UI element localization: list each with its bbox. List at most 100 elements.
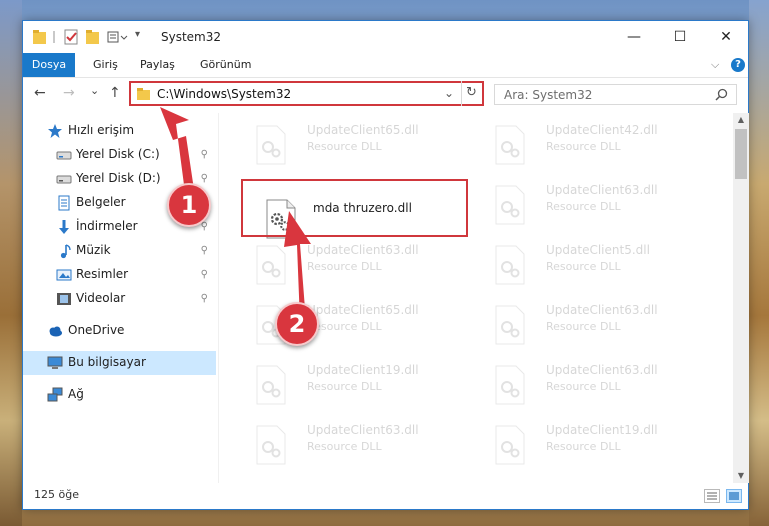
pin-icon[interactable]: ⚲ xyxy=(201,149,208,160)
file-item[interactable]: UpdateClient63.dll Resource DLL xyxy=(241,239,471,291)
dll-file-icon xyxy=(494,245,526,285)
sidebar-item-onedrive[interactable]: OneDrive xyxy=(23,319,216,343)
dll-file-icon xyxy=(255,365,287,405)
file-type: Resource DLL xyxy=(546,440,621,453)
pin-icon[interactable]: ⚲ xyxy=(201,173,208,184)
sidebar-item-music[interactable]: Müzik ⚲ xyxy=(23,239,216,263)
sidebar-item-pictures[interactable]: Resimler ⚲ xyxy=(23,263,216,287)
navigation-pane: Hızlı erişim Yerel Disk (C:) ⚲ Yerel Dis… xyxy=(23,113,218,483)
expand-ribbon-icon[interactable]: ⌵ xyxy=(711,53,719,77)
file-name: UpdateClient65.dll xyxy=(307,123,419,137)
music-icon xyxy=(56,243,72,259)
pictures-icon xyxy=(56,267,72,283)
back-button[interactable]: ← xyxy=(34,85,46,101)
sidebar-item-quick-access[interactable]: Hızlı erişim xyxy=(23,119,216,143)
sidebar-item-label: Yerel Disk (C:) xyxy=(76,147,160,161)
file-item[interactable]: UpdateClient65.dll Resource DLL xyxy=(241,119,471,171)
pin-icon[interactable]: ⚲ xyxy=(201,245,208,256)
quick-access-dropdown-icon[interactable]: ▾ xyxy=(135,29,145,45)
new-folder-icon[interactable] xyxy=(86,29,100,45)
maximize-button[interactable]: ☐ xyxy=(657,21,703,53)
tab-file[interactable]: Dosya xyxy=(23,53,75,77)
sidebar-item-videos[interactable]: Videolar ⚲ xyxy=(23,287,216,311)
pin-icon[interactable]: ⚲ xyxy=(201,269,208,280)
desktop-background-right xyxy=(749,0,769,526)
forward-button[interactable]: → xyxy=(63,85,75,101)
sidebar-item-label: Yerel Disk (D:) xyxy=(76,171,161,185)
sidebar-item-label: Müzik xyxy=(76,243,111,257)
file-name: UpdateClient63.dll xyxy=(307,243,419,257)
file-item[interactable]: UpdateClient42.dll Resource DLL xyxy=(480,119,710,171)
close-button[interactable]: ✕ xyxy=(703,21,749,53)
sidebar-item-label: Videolar xyxy=(76,291,126,305)
video-icon xyxy=(56,291,72,307)
sidebar-item-label: Belgeler xyxy=(76,195,126,209)
tab-home[interactable]: Giriş xyxy=(93,53,118,77)
up-button[interactable]: ↑ xyxy=(109,85,121,101)
file-item[interactable]: UpdateClient63.dll Resource DLL xyxy=(241,419,471,471)
recent-locations-button[interactable]: ⌄ xyxy=(90,84,99,97)
sidebar-item-label: İndirmeler xyxy=(76,219,138,233)
file-item[interactable]: UpdateClient5.dll Resource DLL xyxy=(480,239,710,291)
scroll-thumb[interactable] xyxy=(735,129,747,179)
file-type: Resource DLL xyxy=(546,200,621,213)
file-type: Resource DLL xyxy=(546,260,621,273)
search-icon[interactable] xyxy=(715,88,728,104)
file-type: Resource DLL xyxy=(307,260,382,273)
file-name: UpdateClient19.dll xyxy=(307,363,419,377)
file-name: UpdateClient63.dll xyxy=(546,363,658,377)
title-bar: ▾ System32 — ☐ ✕ xyxy=(23,21,748,53)
file-item[interactable]: UpdateClient63.dll Resource DLL xyxy=(480,359,710,411)
drive-icon xyxy=(56,171,72,187)
help-icon[interactable]: ? xyxy=(731,58,745,72)
pin-icon[interactable]: ⚲ xyxy=(201,293,208,304)
file-item[interactable]: UpdateClient19.dll Resource DLL xyxy=(241,359,471,411)
file-item[interactable]: UpdateClient19.dll Resource DLL xyxy=(480,419,710,471)
sidebar-item-label: Ağ xyxy=(68,387,84,401)
refresh-icon[interactable]: ↻ xyxy=(466,85,477,100)
computer-icon xyxy=(47,355,63,371)
scroll-down-arrow[interactable]: ▼ xyxy=(733,469,749,483)
folder-icon xyxy=(137,87,151,104)
minimize-button[interactable]: — xyxy=(611,21,657,53)
customize-toolbar-icon[interactable] xyxy=(107,29,129,45)
file-name: UpdateClient65.dll xyxy=(307,303,419,317)
dll-file-icon xyxy=(494,125,526,165)
address-bar[interactable]: C:\Windows\System32 ⌄ ↻ xyxy=(129,81,484,106)
dll-file-icon xyxy=(255,125,287,165)
dll-file-icon xyxy=(494,185,526,225)
file-name: UpdateClient42.dll xyxy=(546,123,658,137)
scroll-up-arrow[interactable]: ▲ xyxy=(733,113,749,127)
step-badge-2: 2 xyxy=(275,302,319,346)
file-explorer-window: ▾ System32 — ☐ ✕ Dosya Giriş Paylaş Görü… xyxy=(22,20,749,510)
sidebar-item-this-pc[interactable]: Bu bilgisayar xyxy=(23,351,216,375)
vertical-scrollbar[interactable]: ▲ ▼ xyxy=(733,113,749,483)
file-item[interactable]: UpdateClient63.dll Resource DLL xyxy=(480,179,710,231)
network-icon xyxy=(47,387,63,403)
address-path: C:\Windows\System32 xyxy=(157,87,292,101)
tab-view[interactable]: Görünüm xyxy=(200,53,251,77)
file-type: Resource DLL xyxy=(546,320,621,333)
sidebar-item-network[interactable]: Ağ xyxy=(23,383,216,407)
toolbar-separator xyxy=(53,31,55,43)
address-dropdown-icon[interactable]: ⌄ xyxy=(444,86,454,100)
search-input[interactable]: Ara: System32 xyxy=(494,84,737,105)
dll-file-icon xyxy=(494,305,526,345)
file-name: UpdateClient63.dll xyxy=(307,423,419,437)
properties-icon[interactable] xyxy=(63,29,79,45)
sidebar-item-local-disk-c[interactable]: Yerel Disk (C:) ⚲ xyxy=(23,143,216,167)
file-name: UpdateClient5.dll xyxy=(546,243,650,257)
file-item[interactable]: UpdateClient63.dll Resource DLL xyxy=(480,299,710,351)
tab-share[interactable]: Paylaş xyxy=(140,53,175,77)
status-bar: 125 öğe xyxy=(23,485,748,509)
cloud-icon xyxy=(47,323,63,339)
tiles-view-icon[interactable] xyxy=(726,489,742,503)
details-view-icon[interactable] xyxy=(704,489,720,503)
dll-file-icon xyxy=(494,425,526,465)
file-type: Resource DLL xyxy=(307,440,382,453)
dll-file-icon xyxy=(255,425,287,465)
search-placeholder: Ara: System32 xyxy=(504,88,593,102)
file-name: UpdateClient63.dll xyxy=(546,303,658,317)
drive-icon xyxy=(56,147,72,163)
download-icon xyxy=(56,219,72,235)
